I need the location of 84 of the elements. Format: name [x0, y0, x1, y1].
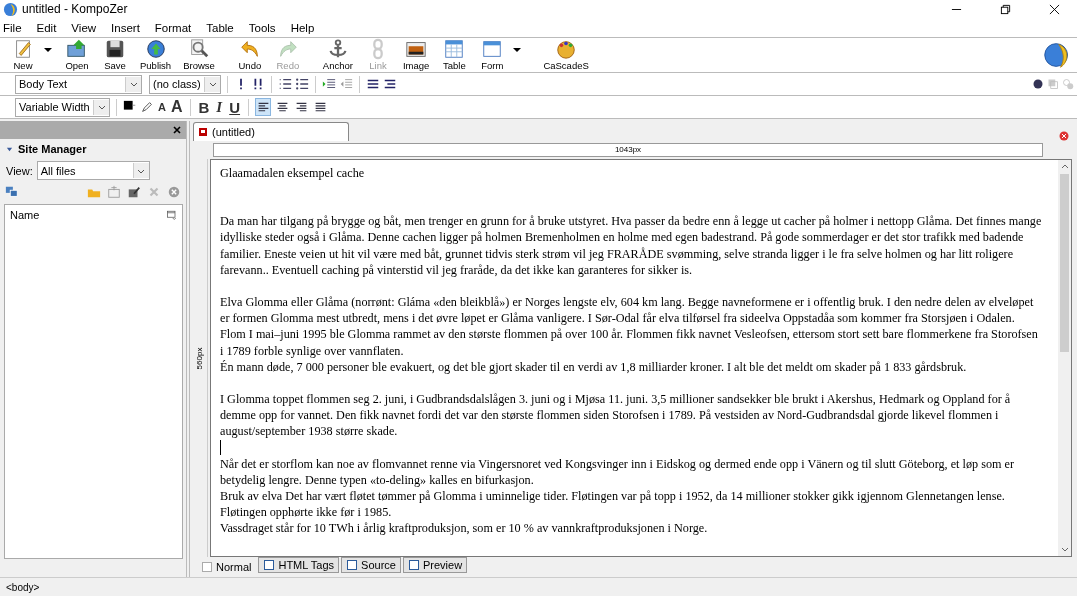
- column-picker-icon[interactable]: [166, 209, 178, 221]
- toolbar-button[interactable]: Save: [96, 38, 134, 72]
- view-tab[interactable]: Preview: [402, 557, 468, 573]
- view-label: View:: [6, 164, 33, 177]
- increase-font-size-button[interactable]: A: [169, 98, 184, 116]
- folder-icon: [66, 38, 88, 60]
- font-select[interactable]: Variable Width: [15, 97, 110, 117]
- toolbar-button[interactable]: CaScadeS: [537, 38, 595, 72]
- menu-item[interactable]: Tools: [248, 21, 276, 34]
- italic-button[interactable]: I: [214, 98, 225, 116]
- close-icon[interactable]: [173, 126, 181, 134]
- view-tab[interactable]: Source: [341, 557, 401, 573]
- toolbar-button[interactable]: Form: [473, 38, 512, 72]
- page-icon: [407, 559, 420, 571]
- toolbar-button[interactable]: New: [4, 38, 42, 72]
- toolbar-button[interactable]: Publish: [134, 38, 178, 72]
- paragraph-style-select[interactable]: Body Text: [15, 74, 142, 94]
- edit-icon[interactable]: [127, 185, 141, 199]
- menu-item[interactable]: View: [71, 21, 97, 34]
- align-button[interactable]: [255, 98, 272, 116]
- menu-item[interactable]: Table: [206, 21, 234, 34]
- panel-title: Site Manager: [18, 143, 87, 155]
- width-ruler: 1043px: [213, 143, 1043, 157]
- scroll-up-icon[interactable]: [1060, 163, 1069, 171]
- height-ruler: 560px: [195, 347, 205, 369]
- page-icon: [201, 560, 213, 573]
- menu-item[interactable]: Format: [154, 21, 192, 34]
- close-icon[interactable]: [1049, 3, 1060, 15]
- computers-icon[interactable]: [5, 185, 19, 199]
- toolbar-button[interactable]: Image: [396, 38, 436, 72]
- document-area[interactable]: [210, 159, 1072, 557]
- status-text: <body>: [6, 581, 40, 593]
- close-tab-icon[interactable]: [1059, 131, 1069, 141]
- toolbar-button[interactable]: Open: [58, 38, 96, 72]
- collapse-icon[interactable]: [6, 145, 13, 153]
- text-cursor: [220, 439, 221, 455]
- class-select[interactable]: (no class): [149, 74, 221, 94]
- paragraph: I Glomma toppet flommen seg 2. juni, i Gudbrandsdalslågen 3. juni og i Mjøsa 11. juni. 3,5 millioner sandsekker ble brukt i Akershus, Hedmark og Oppland for å demme opp for vannet. Den fikk navnet fordi det var den største flommen siden Storofsen i 1789. På vestsiden av Nord-Gudbrandsdal gjorde likevel flommen i august/september 1938 større skade.: [220, 391, 1012, 440]
- app-logo-icon: [3, 1, 18, 17]
- paragraph: Elva Glomma eller Glåma (norrønt: Gláma «den bleikblå») er Norges lengste elv, 604 km lang. Begge navneformene er i offentlig bruk. I den nedre delen av elveløpet er formen Glomma mest utbredt, mens i det øvre løpet er Glåma vanligere. I Sør-Odal får elva tilførsel fra sideelva Oppstadåa som kommer fra Storsjøen i Odalen. Flom I mai–juni 1995 ble Glomma rammet av den største flommen på over 100 år. Flommen fikk navnet Vesleofsen, ettersom stort sett bare flommerkene fra Storofsen i 1789 forble synlige over vannflaten.: [220, 294, 1039, 359]
- paragraph: Glaamadalen eksempel cache: [220, 165, 366, 182]
- document-modified-icon: [198, 127, 208, 137]
- view-select[interactable]: All files: [36, 161, 150, 180]
- globe-icon: [144, 38, 167, 60]
- paragraph: Når det er storflom kan noe av flomvannet renne via Vingersnoret ved Kongsvinger inn i Eidskog og dermed ende opp i Vänern og til slutt Göteborg, et løp som er betydelig lengre. Denne typen «to-deling» kalles en bifurkasjon.: [220, 455, 1015, 489]
- chevron-down-icon: [97, 103, 106, 111]
- caret-icon[interactable]: [513, 46, 522, 54]
- document-tab[interactable]: (untitled): [193, 122, 349, 141]
- menu-item[interactable]: Insert: [111, 21, 140, 34]
- chevron-down-icon: [208, 80, 217, 88]
- wrap-lines-icon[interactable]: [383, 77, 397, 91]
- menu-item[interactable]: Edit: [36, 21, 57, 34]
- paragraph: Da man har tilgang på brygge og båt, men trenger en grunn for å bruke utstyret. Hva passer da bedre enn å legge ut cacher på holmer i nettopp Glåma. Det finnes mange idylliske steder også i Glåma. Denne cachen ligger på holmen Bremenholmen en holme med egen badestrand. På gode sommerdager er det stor trafikk med badende familier. Eneste veien ut hit vil være med båt, grunnet tidvis sterk strøm vil jeg FRARÅDE svømming, selve stranda ligger i le fra selve holmen og har litt roligere farevann.. Eventuell caching på vinterstid vil jeg fraråde, da det ikke kan garanteres for sikker is.: [220, 213, 1042, 278]
- menu-item[interactable]: Help: [290, 21, 315, 34]
- numbered-list-icon[interactable]: [278, 77, 292, 91]
- bullet-list-icon[interactable]: [295, 77, 309, 91]
- pencil-icon[interactable]: [140, 100, 154, 114]
- toolbar-button[interactable]: Anchor: [316, 38, 359, 72]
- view-tab[interactable]: HTML Tags: [258, 557, 340, 573]
- menu-item[interactable]: File: [3, 21, 22, 34]
- globe-logo-icon: [1043, 41, 1071, 69]
- window-title: untitled - KompoZer: [22, 2, 128, 16]
- toolbar-button[interactable]: Browse: [177, 38, 221, 72]
- underline-button[interactable]: U: [227, 98, 243, 116]
- scroll-down-icon[interactable]: [1060, 545, 1069, 553]
- horizontal-rule-icon[interactable]: [366, 77, 380, 91]
- paragraph: Én mann døde, 7 000 personer ble evakuert, og det ble gjort skader til en verdi av 1,8 milliarder kroner. I alt ble det meldt om skader på 1 833 gårdsbruk.: [220, 358, 968, 376]
- page-icon: [263, 559, 276, 571]
- indent-icon[interactable]: [322, 77, 336, 91]
- palette-icon: [555, 38, 578, 60]
- caret-icon[interactable]: [44, 46, 52, 54]
- column-header[interactable]: Name: [10, 209, 40, 221]
- chevron-down-icon: [129, 80, 138, 88]
- bold-button[interactable]: B: [196, 98, 212, 116]
- paragraph: Bruk av elva Det har vært fløtet tømmer på Glomma i uminnelige tider. Fløtingen var på topp i 1952, da 14 millioner stokker gikk igjennom Glennetangen lense. Fløtingen opphørte ikke før i 1985.: [220, 488, 1006, 521]
- restore-icon[interactable]: [1000, 3, 1011, 15]
- toolbar-button[interactable]: Undo: [230, 38, 269, 72]
- toolbar-button[interactable]: Table: [435, 38, 474, 72]
- page-icon: [346, 559, 359, 571]
- decrease-font-size-button[interactable]: A: [157, 101, 167, 113]
- layer-icon[interactable]: [1032, 78, 1044, 90]
- stop-icon[interactable]: [167, 185, 181, 199]
- scrollbar[interactable]: [1058, 160, 1071, 556]
- paragraph: Vassdraget står for 10 TWh i årlig kraftproduksjon, som er 10 % av vannkraftproduksjonen i Norge.: [220, 520, 709, 537]
